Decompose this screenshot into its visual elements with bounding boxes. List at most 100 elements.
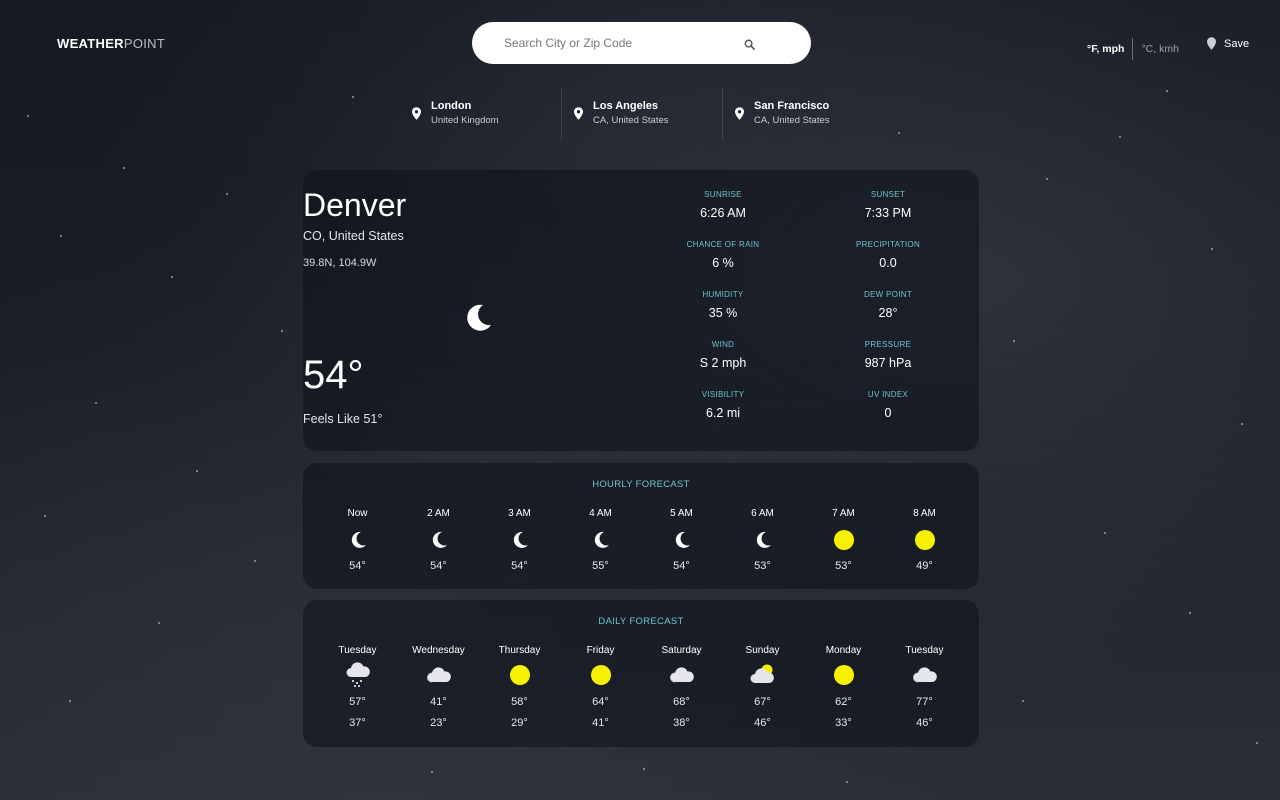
- current-conditions-card: Denver CO, United States 39.8N, 104.9W 5…: [303, 170, 979, 451]
- hourly-time: 7 AM: [832, 508, 855, 519]
- daily-item[interactable]: Tuesday 57° 37°: [317, 645, 398, 729]
- stat-value: 7:33 PM: [864, 206, 912, 220]
- logo-bold-text: WEATHER: [57, 36, 124, 51]
- daily-day: Sunday: [745, 645, 780, 656]
- hourly-temp: 53°: [835, 560, 852, 572]
- hourly-temp: 49°: [916, 560, 933, 572]
- daily-low: 29°: [511, 717, 528, 729]
- search-bar[interactable]: [472, 22, 811, 64]
- stat-label: Chance of Rain: [686, 240, 760, 249]
- search-icon[interactable]: [744, 37, 755, 55]
- stat-value: 0: [884, 406, 892, 420]
- hourly-item[interactable]: 4 AM 55°: [560, 508, 641, 572]
- hourly-item[interactable]: 7 AM 53°: [803, 508, 884, 572]
- moon-icon: [641, 525, 722, 555]
- unit-imperial-option[interactable]: °F, mph: [1087, 43, 1124, 55]
- save-label: Save: [1224, 37, 1250, 50]
- current-temperature: 54°: [303, 353, 364, 397]
- daily-item[interactable]: Friday 64° 41°: [560, 645, 641, 729]
- save-location-button[interactable]: Save: [1207, 37, 1249, 50]
- daily-low: 37°: [349, 717, 366, 729]
- daily-low: 46°: [916, 717, 933, 729]
- stat-value: 6:26 AM: [700, 206, 746, 220]
- stat-pressure: Pressure 987 hPa: [788, 340, 988, 370]
- stat-label: Dew Point: [863, 290, 913, 299]
- daily-item[interactable]: Monday 62° 33°: [803, 645, 884, 729]
- stat-value: 28°: [878, 306, 898, 320]
- saved-location-city: San Francisco: [754, 100, 830, 112]
- daily-low: 46°: [754, 717, 771, 729]
- stat-value: 987 hPa: [864, 356, 912, 370]
- daily-low: 41°: [592, 717, 609, 729]
- hourly-time: 6 AM: [751, 508, 774, 519]
- daily-day: Tuesday: [338, 645, 377, 656]
- daily-item[interactable]: Tuesday 77° 46°: [884, 645, 965, 729]
- cloud-icon: [641, 659, 722, 691]
- stat-label: Humidity: [702, 290, 744, 299]
- stat-uv-index: UV Index 0: [788, 390, 988, 420]
- sun-icon: [803, 525, 884, 555]
- current-region: CO, United States: [303, 229, 404, 243]
- stat-value: 6.2 mi: [705, 406, 741, 420]
- stat-sunset: Sunset 7:33 PM: [788, 190, 988, 220]
- daily-day: Thursday: [498, 645, 541, 656]
- daily-high: 77°: [916, 696, 933, 708]
- stat-value: S 2 mph: [699, 356, 747, 370]
- daily-forecast-title: Daily Forecast: [598, 616, 684, 627]
- stat-label: Sunrise: [704, 190, 742, 199]
- stat-label: Sunset: [870, 190, 906, 199]
- hourly-temp: 54°: [511, 560, 528, 572]
- app-logo[interactable]: WEATHERPOINT: [57, 36, 165, 51]
- snow-cloud-icon: [317, 659, 398, 691]
- unit-metric-option[interactable]: °C, kmh: [1141, 43, 1178, 55]
- cloud-icon: [398, 659, 479, 691]
- saved-location-city: London: [431, 100, 472, 112]
- daily-high: 58°: [511, 696, 528, 708]
- weather-stats: Sunrise 6:26 AM Sunset 7:33 PM Chance of R…: [658, 190, 988, 420]
- hourly-temp: 54°: [349, 560, 366, 572]
- saved-location-item[interactable]: London United Kingdom: [400, 88, 561, 140]
- hourly-item[interactable]: Now 54°: [317, 508, 398, 572]
- daily-item[interactable]: Wednesday 41° 23°: [398, 645, 479, 729]
- hourly-item[interactable]: 2 AM 54°: [398, 508, 479, 572]
- hourly-item[interactable]: 8 AM 49°: [884, 508, 965, 572]
- hourly-time: Now: [347, 508, 368, 519]
- hourly-item[interactable]: 3 AM 54°: [479, 508, 560, 572]
- hourly-time: 2 AM: [427, 508, 450, 519]
- unit-divider: [1132, 38, 1134, 60]
- daily-item[interactable]: Thursday 58° 29°: [479, 645, 560, 729]
- stat-label: UV Index: [867, 390, 909, 399]
- stat-value: 0.0: [879, 256, 897, 270]
- moon-icon: [479, 525, 560, 555]
- daily-high: 62°: [835, 696, 852, 708]
- hourly-item[interactable]: 6 AM 53°: [722, 508, 803, 572]
- saved-location-region: United Kingdom: [431, 115, 499, 126]
- logo-thin-text: POINT: [123, 36, 166, 51]
- map-pin-icon: [574, 107, 583, 120]
- stat-precipitation: Precipitation 0.0: [788, 240, 988, 270]
- daily-day: Saturday: [661, 645, 702, 656]
- saved-location-item[interactable]: Los Angeles CA, United States: [561, 88, 722, 140]
- saved-location-region: CA, United States: [593, 115, 669, 126]
- moon-icon: [398, 525, 479, 555]
- stat-dew-point: Dew Point 28°: [788, 290, 988, 320]
- hourly-temp: 55°: [592, 560, 609, 572]
- stat-label: Precipitation: [855, 240, 921, 249]
- daily-day: Tuesday: [905, 645, 944, 656]
- current-city: Denver: [303, 187, 407, 223]
- saved-location-item[interactable]: San Francisco CA, United States: [722, 88, 883, 140]
- cloud-icon: [884, 659, 965, 691]
- daily-high: 41°: [430, 696, 447, 708]
- current-coordinates: 39.8N, 104.9W: [303, 257, 377, 269]
- feels-like: Feels Like 51°: [303, 412, 383, 426]
- saved-location-region: CA, United States: [754, 115, 830, 126]
- hourly-time: 5 AM: [670, 508, 693, 519]
- stat-visibility: Visibility 6.2 mi: [658, 390, 788, 420]
- daily-item[interactable]: Saturday 68° 38°: [641, 645, 722, 729]
- daily-day: Monday: [825, 645, 862, 656]
- search-input[interactable]: [504, 36, 734, 50]
- daily-item[interactable]: Sunday 67° 46°: [722, 645, 803, 729]
- hourly-item[interactable]: 5 AM 54°: [641, 508, 722, 572]
- stat-sunrise: Sunrise 6:26 AM: [658, 190, 788, 220]
- moon-icon: [317, 525, 398, 555]
